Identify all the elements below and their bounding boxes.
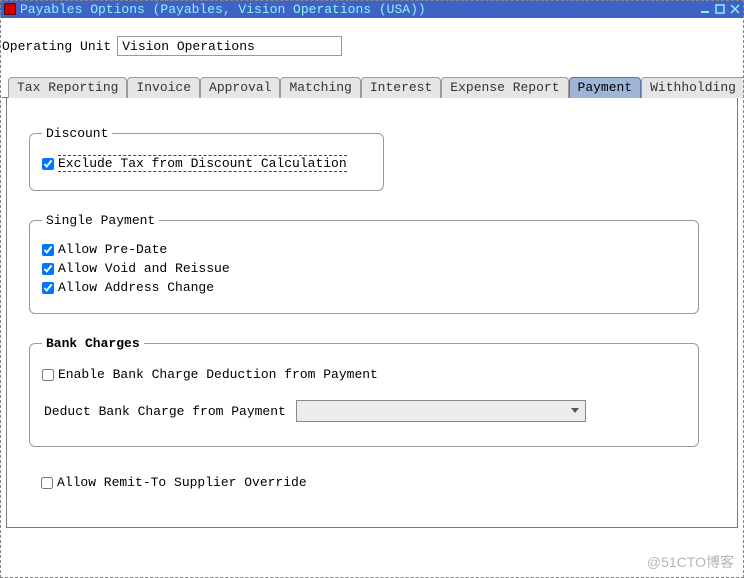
chevron-down-icon <box>567 403 583 419</box>
exclude-tax-label[interactable]: Exclude Tax from Discount Calculation <box>58 155 347 172</box>
enable-bank-charge-label[interactable]: Enable Bank Charge Deduction from Paymen… <box>58 367 378 382</box>
watermark: @51CTO博客 <box>647 552 734 572</box>
allow-remit-to-label[interactable]: Allow Remit-To Supplier Override <box>57 475 307 490</box>
minimize-icon[interactable] <box>698 2 712 16</box>
group-single-payment-legend: Single Payment <box>42 213 159 228</box>
allow-void-reissue-checkbox[interactable] <box>42 263 54 275</box>
deduct-bank-charge-dropdown[interactable] <box>296 400 586 422</box>
operating-unit-input[interactable] <box>117 36 342 56</box>
tab-expense-report[interactable]: Expense Report <box>441 77 568 98</box>
tab-invoice[interactable]: Invoice <box>127 77 200 98</box>
exclude-tax-checkbox[interactable] <box>42 158 54 170</box>
tab-tax-reporting[interactable]: Tax Reporting <box>8 77 127 98</box>
window-title: Payables Options (Payables, Vision Opera… <box>20 2 697 17</box>
maximize-icon[interactable] <box>713 2 727 16</box>
operating-unit-row: Operating Unit <box>2 36 742 56</box>
tab-interest[interactable]: Interest <box>361 77 441 98</box>
tab-payment[interactable]: Payment <box>569 77 642 98</box>
tab-panel-payment: Discount Exclude Tax from Discount Calcu… <box>6 98 738 528</box>
titlebar: Payables Options (Payables, Vision Opera… <box>0 0 744 18</box>
allow-pre-date-checkbox[interactable] <box>42 244 54 256</box>
allow-void-reissue-label[interactable]: Allow Void and Reissue <box>58 261 230 276</box>
operating-unit-label: Operating Unit <box>2 39 111 54</box>
group-bank-charges-legend: Bank Charges <box>42 336 144 351</box>
tab-withholding-tax[interactable]: Withholding Tax <box>641 77 744 98</box>
group-discount: Discount Exclude Tax from Discount Calcu… <box>29 126 384 191</box>
allow-remit-to-checkbox[interactable] <box>41 477 53 489</box>
tab-approval[interactable]: Approval <box>200 77 280 98</box>
tab-matching[interactable]: Matching <box>280 77 360 98</box>
enable-bank-charge-checkbox[interactable] <box>42 369 54 381</box>
allow-address-change-checkbox[interactable] <box>42 282 54 294</box>
group-single-payment: Single Payment Allow Pre-Date Allow Void… <box>29 213 699 314</box>
allow-pre-date-label[interactable]: Allow Pre-Date <box>58 242 167 257</box>
oracle-app-icon <box>4 3 16 15</box>
deduct-bank-charge-label: Deduct Bank Charge from Payment <box>44 404 286 419</box>
close-icon[interactable] <box>728 2 742 16</box>
group-bank-charges: Bank Charges Enable Bank Charge Deductio… <box>29 336 699 447</box>
allow-address-change-label[interactable]: Allow Address Change <box>58 280 214 295</box>
tabs-row: Tax Reporting Invoice Approval Matching … <box>2 76 742 98</box>
group-discount-legend: Discount <box>42 126 112 141</box>
